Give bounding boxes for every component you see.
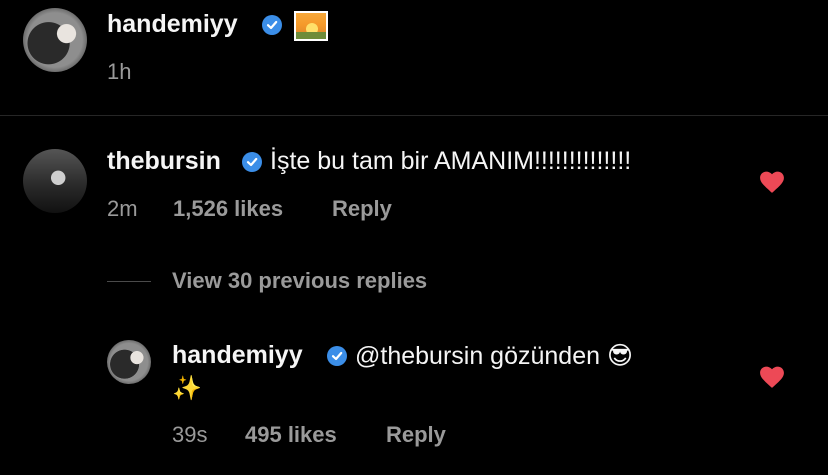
reply-timestamp: 39s (172, 422, 208, 447)
reply-reply-button[interactable]: Reply (386, 422, 446, 448)
reply-avatar[interactable] (107, 340, 151, 384)
post-username[interactable]: handemiyy (107, 10, 238, 39)
section-divider (0, 115, 828, 116)
comment-heart-icon[interactable] (759, 170, 785, 194)
verified-badge-icon (262, 15, 282, 35)
verified-badge-icon (327, 346, 347, 366)
comment-timestamp: 2m (107, 196, 138, 221)
reply-likes[interactable]: 495 likes (245, 422, 337, 448)
comment-reply-button[interactable]: Reply (332, 196, 392, 222)
reply-username[interactable]: handemiyy (172, 341, 303, 370)
reply-text: @thebursin gözünden 😎 (355, 342, 634, 370)
comment-likes[interactable]: 1,526 likes (173, 196, 283, 222)
sparkles-emoji: ✨ (172, 375, 202, 402)
post-avatar[interactable] (23, 8, 87, 72)
comment-text: İşte bu tam bir AMANIM!!!!!!!!!!!!!! (270, 147, 632, 175)
reply-heart-icon[interactable] (759, 365, 785, 389)
view-previous-replies-button[interactable]: View 30 previous replies (172, 268, 427, 294)
verified-badge-icon (242, 152, 262, 172)
sunset-emoji-icon (294, 11, 328, 41)
post-timestamp: 1h (107, 59, 132, 84)
comment-username[interactable]: thebursin (107, 147, 221, 176)
comment-avatar[interactable] (23, 149, 87, 213)
replies-indent-line (107, 281, 151, 282)
